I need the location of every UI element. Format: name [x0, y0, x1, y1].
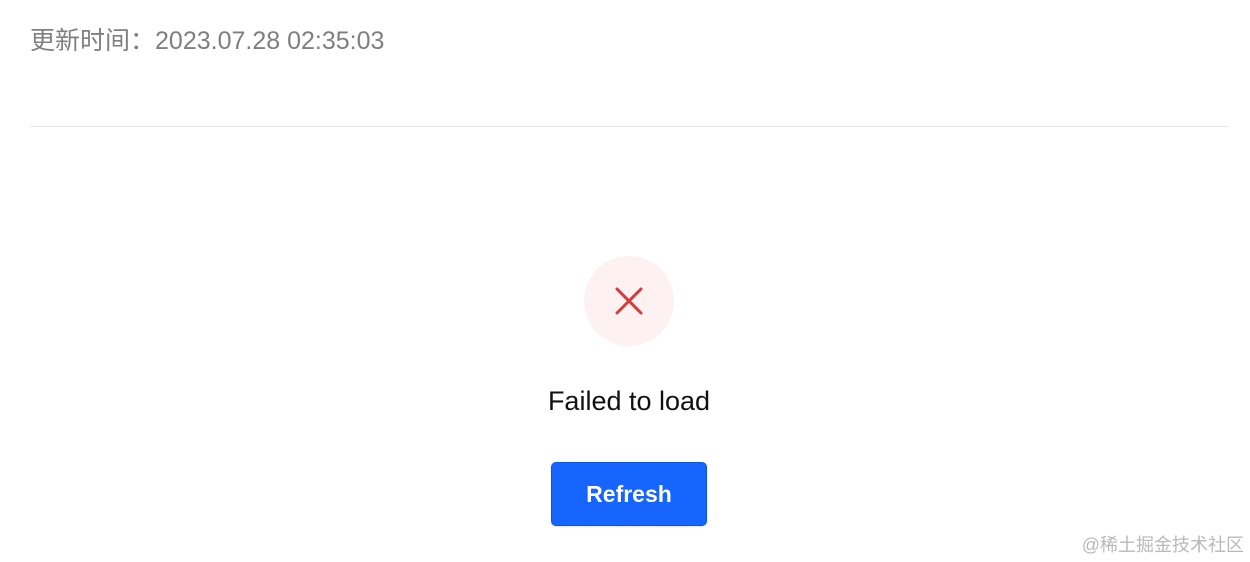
- error-icon-container: [584, 256, 674, 346]
- refresh-button[interactable]: Refresh: [551, 462, 707, 526]
- watermark: @稀土掘金技术社区: [1081, 535, 1244, 555]
- refresh-button-label: Refresh: [586, 481, 672, 507]
- update-time-value: 2023.07.28 02:35:03: [155, 27, 385, 55]
- update-time-label: 更新时间：: [30, 27, 156, 55]
- close-icon: [615, 287, 643, 315]
- error-page: 更新时间：2023.07.28 02:35:03 Failed to load …: [0, 0, 1250, 562]
- error-message: Failed to load: [547, 386, 711, 416]
- update-time: 更新时间：2023.07.28 02:35:03: [30, 24, 384, 58]
- section-divider: [30, 126, 1228, 127]
